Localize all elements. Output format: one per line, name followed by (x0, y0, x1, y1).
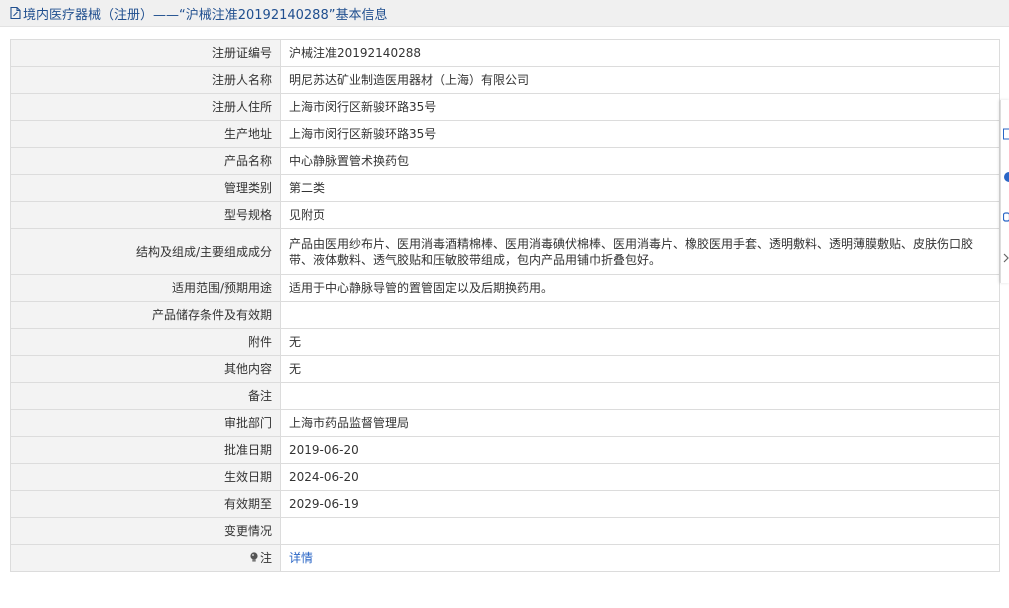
table-row: 适用范围/预期用途 适用于中心静脉导管的置管固定以及后期换药用。 (10, 274, 1000, 302)
row-label: 注册人名称 (10, 66, 281, 94)
row-label: 注册人住所 (10, 93, 281, 121)
row-value: 沪械注准20192140288 (280, 39, 1000, 67)
table-row-note: 注 详情 (10, 544, 1000, 572)
row-label: 产品名称 (10, 147, 281, 175)
row-label: 管理类别 (10, 174, 281, 202)
row-label: 其他内容 (10, 355, 281, 383)
row-value: 无 (280, 355, 1000, 383)
row-label: 批准日期 (10, 436, 281, 464)
table-row: 生效日期 2024-06-20 (10, 463, 1000, 491)
row-label: 变更情况 (10, 517, 281, 545)
table-row: 注册人住所 上海市闵行区新骏环路35号 (10, 93, 1000, 121)
row-label: 注册证编号 (10, 39, 281, 67)
table-row: 管理类别 第二类 (10, 174, 1000, 202)
row-value: 上海市药品监督管理局 (280, 409, 1000, 437)
row-label: 生效日期 (10, 463, 281, 491)
table-row: 型号规格 见附页 (10, 201, 1000, 229)
row-value: 适用于中心静脉导管的置管固定以及后期换药用。 (280, 274, 1000, 302)
table-row: 备注 (10, 382, 1000, 410)
table-row: 产品储存条件及有效期 (10, 301, 1000, 329)
row-label: 结构及组成/主要组成成分 (10, 228, 281, 275)
lightbulb-icon (249, 551, 259, 567)
row-value: 2019-06-20 (280, 436, 1000, 464)
row-value: 2024-06-20 (280, 463, 1000, 491)
circle-icon[interactable] (1003, 171, 1009, 186)
row-value: 上海市闵行区新骏环路35号 (280, 120, 1000, 148)
row-value: 明尼苏达矿业制造医用器材（上海）有限公司 (280, 66, 1000, 94)
table-row: 注册人名称 明尼苏达矿业制造医用器材（上海）有限公司 (10, 66, 1000, 94)
table-row: 批准日期 2019-06-20 (10, 436, 1000, 464)
table-row: 产品名称 中心静脉置管术换药包 (10, 147, 1000, 175)
row-label: 适用范围/预期用途 (10, 274, 281, 302)
note-label-cell: 注 (10, 544, 281, 572)
chevron-right-icon[interactable] (1003, 252, 1009, 267)
row-label: 生产地址 (10, 120, 281, 148)
info-table: 注册证编号 沪械注准20192140288 注册人名称 明尼苏达矿业制造医用器材… (10, 39, 1000, 572)
row-value: 产品由医用纱布片、医用消毒酒精棉棒、医用消毒碘伏棉棒、医用消毒片、橡胶医用手套、… (280, 228, 1000, 275)
row-value: 无 (280, 328, 1000, 356)
row-value: 上海市闵行区新骏环路35号 (280, 93, 1000, 121)
share-icon[interactable] (1002, 211, 1009, 226)
row-label: 审批部门 (10, 409, 281, 437)
row-value (280, 301, 1000, 329)
row-value: 中心静脉置管术换药包 (280, 147, 1000, 175)
row-label: 有效期至 (10, 490, 281, 518)
row-value: 见附页 (280, 201, 1000, 229)
row-value: 2029-06-19 (280, 490, 1000, 518)
note-label: 注 (259, 550, 272, 565)
row-label: 备注 (10, 382, 281, 410)
row-value: 第二类 (280, 174, 1000, 202)
table-row: 有效期至 2029-06-19 (10, 490, 1000, 518)
table-row: 注册证编号 沪械注准20192140288 (10, 39, 1000, 67)
page-title: 境内医疗器械（注册）——“沪械注准20192140288”基本信息 (23, 7, 388, 23)
table-row: 结构及组成/主要组成成分 产品由医用纱布片、医用消毒酒精棉棒、医用消毒碘伏棉棒、… (10, 228, 1000, 275)
table-row: 生产地址 上海市闵行区新骏环路35号 (10, 120, 1000, 148)
row-label: 附件 (10, 328, 281, 356)
page-title-bar: 境内医疗器械（注册）——“沪械注准20192140288”基本信息 (0, 0, 1009, 27)
copy-icon[interactable] (1003, 128, 1009, 143)
row-value (280, 382, 1000, 410)
side-toolbar (1000, 100, 1009, 283)
table-row: 附件 无 (10, 328, 1000, 356)
row-value (280, 517, 1000, 545)
table-row: 审批部门 上海市药品监督管理局 (10, 409, 1000, 437)
table-row: 变更情况 (10, 517, 1000, 545)
note-value-cell: 详情 (280, 544, 1000, 572)
document-icon (9, 6, 22, 20)
row-label: 产品储存条件及有效期 (10, 301, 281, 329)
details-link[interactable]: 详情 (289, 551, 313, 565)
table-row: 其他内容 无 (10, 355, 1000, 383)
row-label: 型号规格 (10, 201, 281, 229)
